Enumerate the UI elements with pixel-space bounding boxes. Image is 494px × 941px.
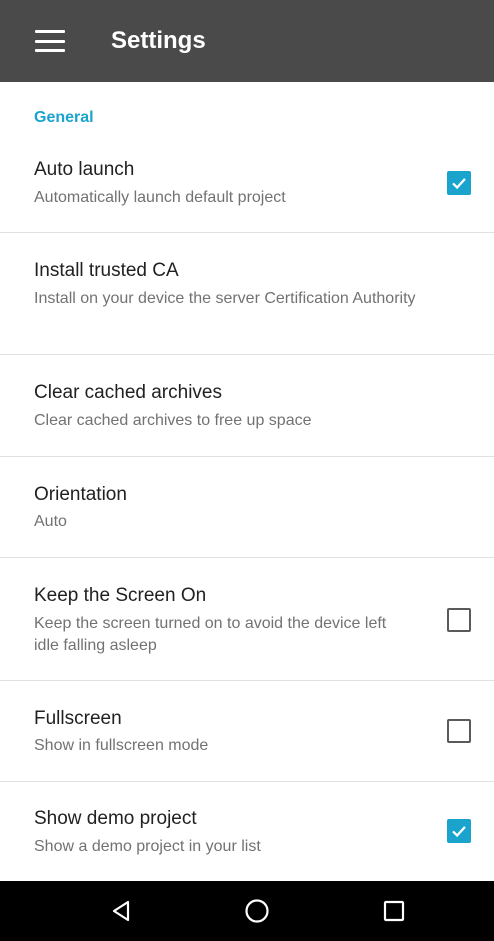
pref-summary: Show a demo project in your list: [34, 838, 261, 855]
app-bar: Settings: [0, 0, 494, 82]
fullscreen-checkbox[interactable]: [447, 719, 471, 743]
pref-title: Install trusted CA: [34, 260, 179, 281]
check-icon: [452, 826, 466, 838]
pref-keep-screen-on[interactable]: Keep the Screen On Keep the screen turne…: [0, 558, 494, 681]
pref-title: Keep the Screen On: [34, 585, 207, 606]
pref-summary: Auto: [34, 513, 67, 530]
pref-summary: Install on your device the server Certif…: [34, 290, 416, 307]
system-nav-bar: [0, 881, 494, 941]
auto-launch-checkbox[interactable]: [447, 171, 471, 195]
pref-clear-cached-archives[interactable]: Clear cached archives Clear cached archi…: [0, 355, 494, 457]
pref-title: Clear cached archives: [34, 382, 222, 403]
check-icon: [452, 178, 466, 190]
recents-square-icon[interactable]: [349, 881, 439, 941]
pref-summary: Automatically launch default project: [34, 189, 286, 206]
keep-screen-on-checkbox[interactable]: [447, 608, 471, 632]
pref-auto-launch[interactable]: Auto launch Automatically launch default…: [0, 140, 494, 233]
pref-fullscreen[interactable]: Fullscreen Show in fullscreen mode: [0, 681, 494, 782]
pref-install-trusted-ca[interactable]: Install trusted CA Install on your devic…: [0, 233, 494, 355]
pref-orientation[interactable]: Orientation Auto: [0, 457, 494, 558]
pref-title: Auto launch: [34, 159, 135, 180]
back-triangle-icon[interactable]: [76, 881, 166, 941]
show-demo-project-checkbox[interactable]: [447, 819, 471, 843]
pref-show-demo-project[interactable]: Show demo project Show a demo project in…: [0, 782, 494, 881]
pref-summary: Clear cached archives to free up space: [34, 412, 312, 429]
pref-summary: Keep the screen turned on to avoid the d…: [34, 615, 387, 654]
pref-title: Orientation: [34, 484, 127, 505]
page-title: Settings: [111, 27, 206, 54]
pref-summary: Show in fullscreen mode: [34, 737, 209, 754]
home-circle-icon[interactable]: [212, 881, 302, 941]
pref-title: Fullscreen: [34, 708, 122, 729]
pref-title: Show demo project: [34, 808, 197, 829]
hamburger-menu-icon[interactable]: [35, 30, 65, 52]
section-header-general: General: [34, 109, 94, 126]
